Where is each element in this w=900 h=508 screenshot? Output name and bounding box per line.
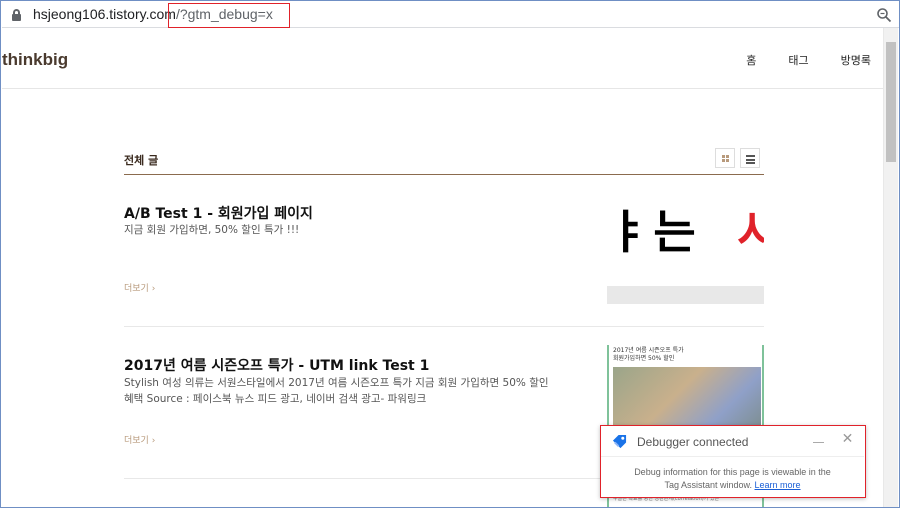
nav-guestbook[interactable]: 방명록 [841,52,871,68]
post-title[interactable]: A/B Test 1 - 회원가입 페이지 [124,203,313,223]
learn-more-link[interactable]: Learn more [755,480,801,490]
debugger-message: Debug information for this page is viewa… [601,466,864,492]
section-title: 전체 글 [124,154,159,167]
debugger-title: Debugger connected [637,435,749,449]
minimize-button[interactable] [812,432,826,446]
close-button[interactable]: ✕ [841,432,854,446]
debugger-message-line: Debug information for this page is viewa… [634,467,831,477]
debugger-popup: Debugger connected ✕ Debug information f… [600,425,866,498]
debugger-message-line: Tag Assistant window. [664,480,752,490]
read-more-link[interactable]: 더보기 › [124,433,155,446]
url-host: hsjeong106.tistory.com [33,6,176,22]
browser-window: hsjeong106.tistory.com/?gtm_debug=x thin… [0,0,900,508]
post-thumbnail[interactable]: ㅑ는 시 [607,188,764,304]
nav-tags[interactable]: 태그 [788,52,808,68]
thumbnail-caption: 2017년 여름 시즌오프 특가 회원가입하면 50% 할인 [613,347,684,363]
zoom-icon[interactable] [876,7,892,23]
blog-nav: 홈 태그 방명록 [746,52,871,68]
scrollbar-thumb[interactable] [886,42,896,162]
lock-icon[interactable] [12,9,21,21]
view-toggle [715,148,760,168]
grid-icon [722,155,729,162]
address-bar[interactable]: hsjeong106.tistory.com/?gtm_debug=x [2,2,899,28]
url-highlight-box [168,3,290,28]
post-description[interactable]: 지금 회원 가입하면, 50% 할인 특가 !!! [124,222,554,238]
grid-view-button[interactable] [715,148,735,168]
thumbnail-caption-line: 회원가입하면 50% 할인 [613,355,675,362]
thumbnail-caption-line: 2017년 여름 시즌오프 특가 [613,347,684,354]
thumbnail-text-red: 시 [737,196,764,262]
thumbnail-bar [607,286,764,304]
debugger-header: Debugger connected ✕ [601,426,864,457]
post-description[interactable]: Stylish 여성 의류는 서원스타일에서 2017년 여름 시즌오프 특가 … [124,375,554,407]
section-divider [124,174,764,175]
read-more-link[interactable]: 더보기 › [124,281,155,294]
blog-logo[interactable]: thinkbig [2,50,68,70]
scrollbar[interactable] [883,28,898,507]
post-title[interactable]: 2017년 여름 시즌오프 특가 - UTM link Test 1 [124,355,429,375]
list-view-button[interactable] [740,148,760,168]
list-icon [746,155,755,166]
tag-assistant-icon [612,434,627,449]
post-divider [124,326,764,327]
minimize-icon [813,442,824,443]
blog-header: thinkbig 홈 태그 방명록 [2,28,885,89]
thumbnail-text: ㅑ는 [607,205,700,259]
nav-home[interactable]: 홈 [746,52,756,68]
